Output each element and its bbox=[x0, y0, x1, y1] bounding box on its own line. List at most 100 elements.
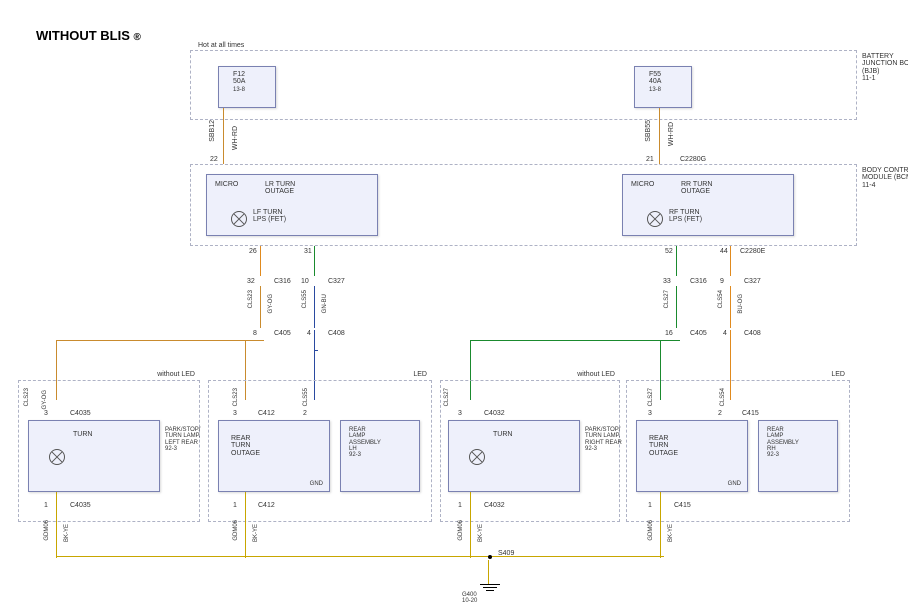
pin-44: 44 bbox=[720, 248, 728, 255]
gnd-bus bbox=[56, 556, 664, 560]
lbl-gyog-1: GY-OG bbox=[268, 294, 274, 313]
lbl-buog-1: BU-OG bbox=[738, 294, 744, 314]
rear-assy-rh: REAR LAMP ASSEMBLY RH 92-3 bbox=[758, 420, 838, 492]
wire-cross-r bbox=[470, 340, 680, 344]
ground-symbol bbox=[480, 584, 500, 591]
pin-2a: 2 bbox=[303, 410, 307, 417]
bkye-2: BK-YE bbox=[253, 524, 259, 542]
conn-c4035t: C4035 bbox=[70, 410, 91, 417]
gnd-wire-1 bbox=[56, 492, 60, 558]
lbl-cls55c: CLS55 bbox=[303, 388, 309, 406]
wire-cls54-top bbox=[730, 246, 734, 276]
rr-outage: RR TURN OUTAGE bbox=[681, 181, 729, 196]
gnd-drop bbox=[488, 560, 492, 584]
splice-s409 bbox=[488, 555, 492, 559]
pin-1b: 1 bbox=[233, 502, 237, 509]
conn-c327l: C327 bbox=[328, 278, 345, 285]
lbl-gdwh-l: WH-RD bbox=[232, 126, 239, 150]
conn-c408r: C408 bbox=[744, 330, 761, 337]
conn-c415b: C415 bbox=[674, 502, 691, 509]
fet-icon-r bbox=[647, 211, 663, 227]
lbl-gyog-b: GY-OG bbox=[42, 390, 48, 409]
pin-1c: 1 bbox=[458, 502, 462, 509]
lbl-whrd-r: WH-RD bbox=[668, 122, 675, 146]
pin-26: 26 bbox=[249, 248, 257, 255]
pin-33: 33 bbox=[663, 278, 671, 285]
lbl-sbb55: SBB55 bbox=[645, 120, 652, 142]
rear-turn-outage-l: REAR TURN OUTAGE GND bbox=[218, 420, 330, 492]
bcm-left-block: MICRO LR TURN OUTAGE LF TURN LPS (FET) bbox=[206, 174, 378, 236]
ra-rh: REAR LAMP ASSEMBLY RH 92-3 bbox=[767, 427, 799, 458]
bkye-4: BK-YE bbox=[668, 524, 674, 542]
s409: S409 bbox=[498, 550, 514, 557]
rear-assy-lh: REAR LAMP ASSEMBLY LH 92-3 bbox=[340, 420, 420, 492]
lamp-icon-r bbox=[469, 449, 485, 465]
conn-c412b: C412 bbox=[258, 502, 275, 509]
conn-c2280g: C2280G bbox=[680, 156, 706, 163]
fuse-f55: F55 40A 13-8 bbox=[634, 66, 692, 108]
gnd-wire-3 bbox=[470, 492, 474, 558]
pin-1d: 1 bbox=[648, 502, 652, 509]
wire-cls54-mid bbox=[730, 286, 734, 328]
pin-9: 9 bbox=[720, 278, 724, 285]
pin-4l: 4 bbox=[307, 330, 311, 337]
wire-cross-l bbox=[56, 340, 264, 344]
zone-lbl-4: LED bbox=[831, 371, 845, 378]
pin-3a: 3 bbox=[44, 410, 48, 417]
pin-3d: 3 bbox=[648, 410, 652, 417]
lf-fet: LF TURN LPS (FET) bbox=[253, 209, 287, 224]
lbl-cls54c: CLS54 bbox=[720, 388, 726, 406]
pin-31: 31 bbox=[304, 248, 312, 255]
pin-1a: 1 bbox=[44, 502, 48, 509]
pin-8: 8 bbox=[253, 330, 257, 337]
pin-52: 52 bbox=[665, 248, 673, 255]
micro-l: MICRO bbox=[215, 181, 238, 188]
lbl-turn-r: TURN bbox=[493, 431, 512, 438]
pin-21: 21 bbox=[646, 156, 654, 163]
pin-3c: 3 bbox=[458, 410, 462, 417]
diagram-title: WITHOUT BLIS bbox=[36, 28, 130, 43]
wire-cls27-top bbox=[676, 246, 680, 276]
lamp-turn-left: TURN PARK/STOP/ TURN LAMP, LEFT REAR 92-… bbox=[28, 420, 160, 492]
pst-left: PARK/STOP/ TURN LAMP, LEFT REAR 92-3 bbox=[165, 427, 219, 452]
lbl-cls23c: CLS23 bbox=[233, 388, 239, 406]
lbl-gnbu-1: GN-BU bbox=[322, 294, 328, 313]
gdm-3: GDM06 bbox=[458, 520, 464, 541]
pin-10: 10 bbox=[301, 278, 309, 285]
lbl-cls54: CLS54 bbox=[718, 290, 724, 308]
lbl-turn-l: TURN bbox=[73, 431, 92, 438]
gnd-wire-2 bbox=[245, 492, 249, 558]
conn-c412t: C412 bbox=[258, 410, 275, 417]
gdm-4: GDM06 bbox=[648, 520, 654, 541]
hot-label: Hot at all times bbox=[198, 42, 244, 49]
wire-sbb12 bbox=[223, 108, 227, 164]
zone-lbl-2: LED bbox=[413, 371, 427, 378]
lamp-turn-right: TURN PARK/STOP/ TURN LAMP, RIGHT REAR 92… bbox=[448, 420, 580, 492]
lbl-cls55: CLS55 bbox=[302, 290, 308, 308]
ra-lh: REAR LAMP ASSEMBLY LH 92-3 bbox=[349, 427, 381, 458]
conn-c327r: C327 bbox=[744, 278, 761, 285]
gdm-1: GDM06 bbox=[44, 520, 50, 541]
conn-c2280e: C2280E bbox=[740, 248, 765, 255]
pin-2b: 2 bbox=[718, 410, 722, 417]
lr-outage: LR TURN OUTAGE bbox=[265, 181, 313, 196]
bjb-box: BATTERY JUNCTION BOX (BJB)11-1 bbox=[190, 50, 857, 120]
bkye-3: BK-YE bbox=[478, 524, 484, 542]
pin-16: 16 bbox=[665, 330, 673, 337]
conn-c405r: C405 bbox=[690, 330, 707, 337]
zone-lbl-1: without LED bbox=[157, 371, 195, 378]
pin-32: 32 bbox=[247, 278, 255, 285]
conn-c415t: C415 bbox=[742, 410, 759, 417]
bkye-1: BK-YE bbox=[64, 524, 70, 542]
conn-c4032t: C4032 bbox=[484, 410, 505, 417]
gdm-2: GDM06 bbox=[233, 520, 239, 541]
registered-mark: ® bbox=[134, 32, 141, 43]
zone-lbl-3: without LED bbox=[577, 371, 615, 378]
wire-cls55-mid bbox=[314, 286, 318, 328]
bcm-title: BODY CONTROL MODULE (BCM)11-4 bbox=[862, 167, 908, 189]
rf-fet: RF TURN LPS (FET) bbox=[669, 209, 703, 224]
gnd-l1: GND bbox=[310, 481, 323, 487]
conn-c316l: C316 bbox=[274, 278, 291, 285]
rear-turn-outage-r: REAR TURN OUTAGE GND bbox=[636, 420, 748, 492]
micro-r: MICRO bbox=[631, 181, 654, 188]
